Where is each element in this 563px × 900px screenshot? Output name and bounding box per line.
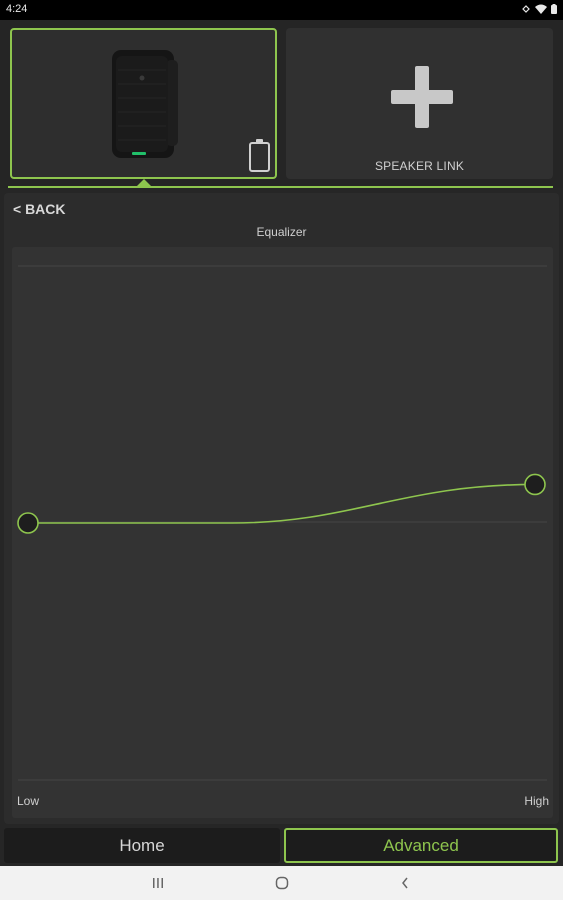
equalizer-graph[interactable]: Low High [12,247,553,818]
panel-title: Equalizer [256,225,307,239]
eq-high-label: High [524,794,549,808]
eq-curve [28,483,536,524]
speaker-tile[interactable] [10,28,277,179]
device-row: SPEAKER LINK [0,20,563,188]
back-button[interactable]: < BACK [13,201,66,217]
nav-back-icon [402,877,408,889]
nav-back-button[interactable] [375,866,435,900]
status-bar: 4:24 [0,0,563,20]
sync-icon [522,5,530,13]
nav-home-icon [275,876,289,890]
nav-recents-icon [153,878,163,888]
equalizer-plot [17,265,547,781]
selection-underline [8,186,553,188]
nav-recents-button[interactable] [128,866,188,900]
tab-advanced[interactable]: Advanced [284,828,558,863]
nav-home-button[interactable] [252,866,312,900]
status-icons [521,4,557,14]
speaker-link-label: SPEAKER LINK [374,159,465,173]
status-time: 4:24 [6,3,28,15]
plus-icon [391,66,453,128]
app-screen: SPEAKER LINK < BACK Equalizer Low High H… [0,20,563,866]
eq-low-handle[interactable] [17,512,39,534]
speaker-link-tile[interactable]: SPEAKER LINK [286,28,553,179]
eq-low-label: Low [17,794,40,808]
battery-icon [249,139,270,172]
equalizer-panel: < BACK Equalizer Low High [4,193,559,824]
selected-device-pointer [137,179,151,186]
tab-home[interactable]: Home [4,828,280,863]
eq-high-handle[interactable] [524,473,546,496]
battery-status-icon [551,4,557,14]
bottom-tab-bar: Home Advanced [0,824,563,866]
system-nav-bar [0,866,563,900]
speaker-image [112,50,178,158]
wifi-icon [535,4,547,14]
